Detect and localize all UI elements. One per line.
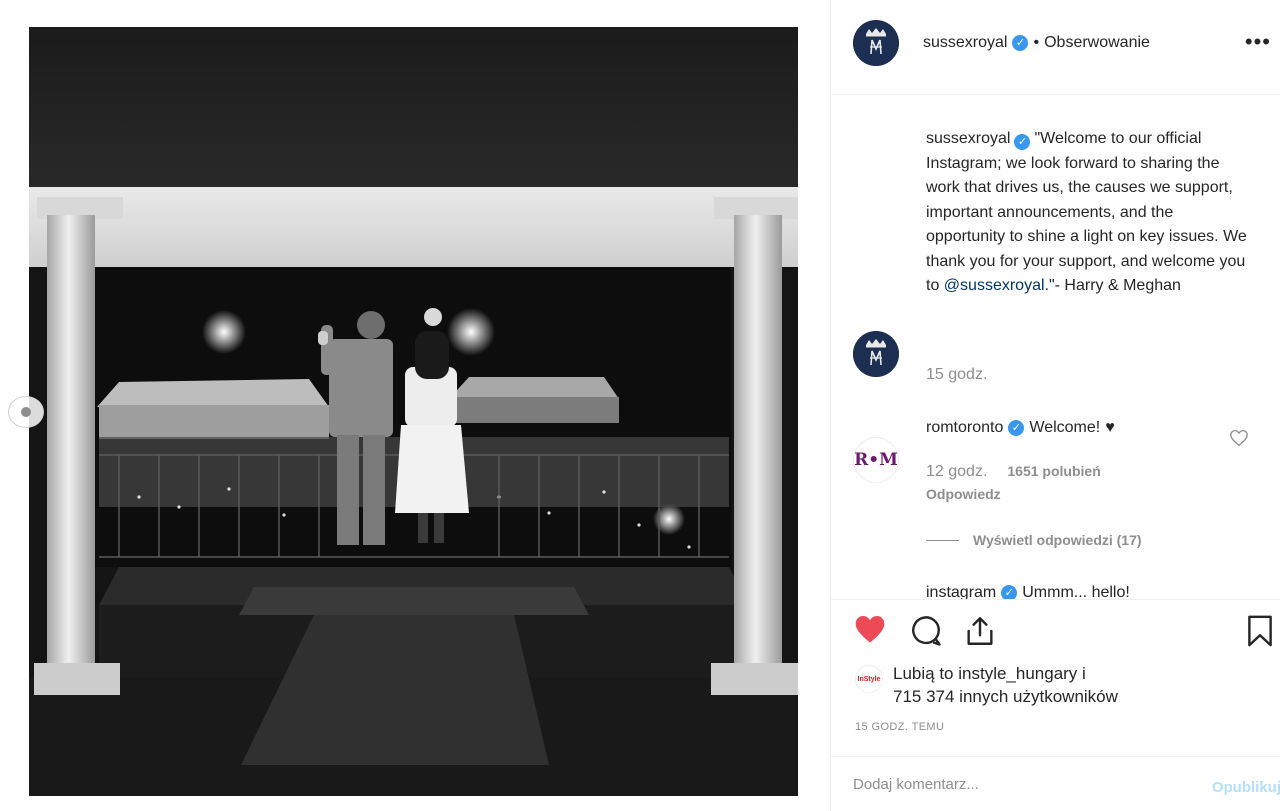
post-photo[interactable]	[29, 27, 798, 796]
view-replies-button[interactable]: Wyświetl odpowiedzi (17)	[926, 532, 1142, 548]
verified-badge-icon: ✓	[1012, 35, 1029, 51]
likes-prefix: Lubią to	[893, 664, 959, 683]
share-button[interactable]	[963, 614, 997, 648]
comment-body: romtoronto ✓ Welcome! ♥	[926, 419, 1115, 437]
header-username[interactable]: sussexroyal	[923, 34, 1007, 52]
separator-dot: •	[1033, 34, 1040, 51]
comment-likes-count[interactable]: 1651 polubień	[1007, 463, 1100, 479]
caption-text: "Welcome to our official Instagram; we l…	[926, 130, 1247, 294]
post-side-panel: sussexroyal ✓ • Obserwowanie ••• sussexr…	[830, 0, 1280, 811]
post-image	[29, 27, 798, 796]
post-actions	[831, 599, 1280, 659]
post-caption: sussexroyal ✓ "Welcome to our official Ins…	[926, 127, 1256, 299]
comment-like-button[interactable]	[1229, 429, 1249, 452]
caption-mention-link[interactable]: @sussexroyal	[944, 277, 1045, 294]
verified-badge-icon: ✓	[1014, 134, 1031, 150]
carousel-indicator-icon	[21, 407, 31, 417]
heart-outline-icon	[1230, 429, 1248, 447]
comment-username[interactable]: instagram	[926, 584, 996, 599]
save-button[interactable]	[1245, 614, 1275, 648]
more-options-icon[interactable]: •••	[1245, 31, 1271, 53]
publish-button[interactable]: Opublikuj	[1212, 779, 1280, 796]
likes-count-link[interactable]: 715 374 innych użytkowników	[893, 687, 1118, 706]
bookmark-icon	[1248, 615, 1272, 647]
comment-body: instagram ✓ Ummm... hello!	[926, 584, 1130, 599]
add-comment-bar: Opublikuj	[831, 756, 1280, 811]
header-user: sussexroyal ✓ • Obserwowanie	[923, 34, 1150, 52]
caption-time: 15 godz.	[926, 366, 988, 383]
comment-input[interactable]	[853, 775, 1173, 793]
comment-text: Ummm... hello!	[1022, 584, 1130, 599]
caption-avatar[interactable]	[853, 331, 899, 377]
post-timestamp[interactable]: 15 GODZ. TEMU	[855, 721, 944, 733]
follow-status-button[interactable]: Obserwowanie	[1044, 34, 1150, 52]
post-header: sussexroyal ✓ • Obserwowanie •••	[831, 0, 1280, 95]
verified-badge-icon: ✓	[1008, 420, 1025, 436]
view-replies-label: Wyświetl odpowiedzi (17)	[973, 532, 1142, 548]
heart-filled-icon	[855, 616, 885, 643]
reply-button[interactable]: Odpowiedz	[926, 486, 1001, 502]
author-avatar[interactable]	[853, 20, 899, 66]
liker-avatar[interactable]: InStyle	[855, 665, 883, 693]
carousel-prev-button[interactable]	[8, 396, 44, 428]
caption-text-end: ."- Harry & Meghan	[1044, 277, 1181, 294]
liker-username-link[interactable]: instyle_hungary	[958, 664, 1077, 683]
commenter-avatar[interactable]: R•M	[853, 437, 899, 483]
heart-emoji: ♥	[1105, 419, 1115, 436]
comment-text: Welcome!	[1029, 419, 1101, 436]
likes-middle: i	[1077, 664, 1086, 683]
comments-list[interactable]: sussexroyal ✓ "Welcome to our official Ins…	[831, 96, 1280, 599]
like-button[interactable]	[853, 614, 887, 644]
monogram-crown-icon	[853, 20, 899, 66]
caption-username[interactable]: sussexroyal	[926, 130, 1010, 147]
divider-line	[926, 539, 959, 541]
share-icon	[967, 617, 993, 645]
comment-bubble-icon	[912, 616, 941, 646]
comment-username[interactable]: romtoronto	[926, 419, 1003, 437]
likes-summary: InStyle Lubią to instyle_hungary i 715 3…	[855, 662, 1118, 708]
verified-badge-icon: ✓	[1001, 585, 1018, 599]
monogram-crown-icon	[853, 331, 899, 377]
comment-button[interactable]	[909, 614, 943, 648]
likes-text: Lubią to instyle_hungary i 715 374 innyc…	[893, 662, 1118, 708]
comment-meta: 12 godz. 1651 polubień	[926, 463, 1101, 481]
comment-time: 12 godz.	[926, 463, 988, 480]
